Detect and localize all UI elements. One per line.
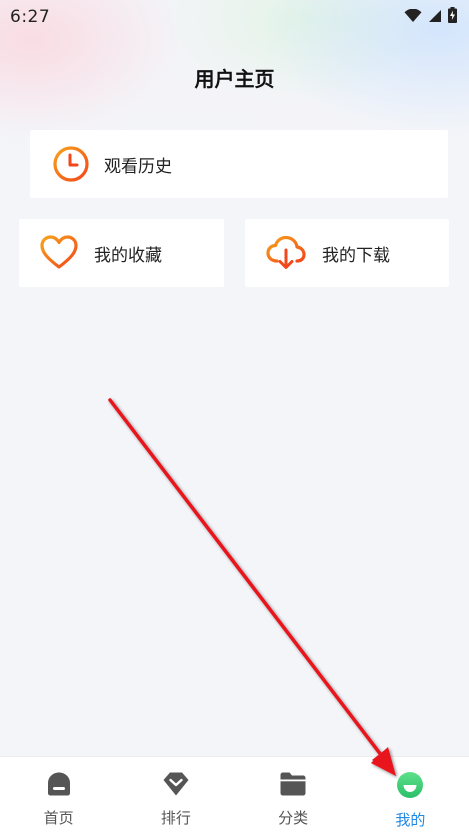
home-icon bbox=[46, 771, 72, 801]
status-time: 6:27 bbox=[10, 7, 51, 27]
folder-icon bbox=[279, 771, 307, 801]
page-title: 用户主页 bbox=[194, 67, 275, 91]
bottom-tab-bar: 首页 排行 分类 我的 bbox=[0, 756, 469, 835]
battery-charging-icon bbox=[448, 7, 457, 27]
tab-ranking-label: 排行 bbox=[160, 809, 191, 827]
status-bar: 6:27 bbox=[0, 0, 469, 34]
my-downloads-label: 我的下载 bbox=[322, 245, 390, 266]
heart-icon bbox=[40, 235, 78, 271]
tab-mine[interactable]: 我的 bbox=[352, 757, 469, 835]
tab-category-label: 分类 bbox=[278, 809, 309, 827]
clock-icon bbox=[52, 145, 90, 183]
tab-category[interactable]: 分类 bbox=[235, 757, 352, 835]
tab-home-label: 首页 bbox=[43, 809, 74, 827]
cloud-download-icon bbox=[266, 235, 306, 271]
cellular-icon bbox=[428, 8, 442, 27]
profile-face-icon bbox=[396, 771, 424, 803]
tab-home[interactable]: 首页 bbox=[0, 757, 117, 835]
watch-history-label: 观看历史 bbox=[104, 156, 172, 177]
my-downloads-card[interactable]: 我的下载 bbox=[245, 219, 449, 287]
status-icons bbox=[404, 7, 457, 27]
my-favorites-label: 我的收藏 bbox=[94, 245, 162, 266]
ranking-icon bbox=[162, 771, 190, 801]
tab-mine-label: 我的 bbox=[395, 811, 426, 829]
my-favorites-card[interactable]: 我的收藏 bbox=[19, 219, 224, 287]
tab-ranking[interactable]: 排行 bbox=[117, 757, 234, 835]
wifi-icon bbox=[404, 8, 422, 27]
watch-history-card[interactable]: 观看历史 bbox=[30, 130, 448, 198]
